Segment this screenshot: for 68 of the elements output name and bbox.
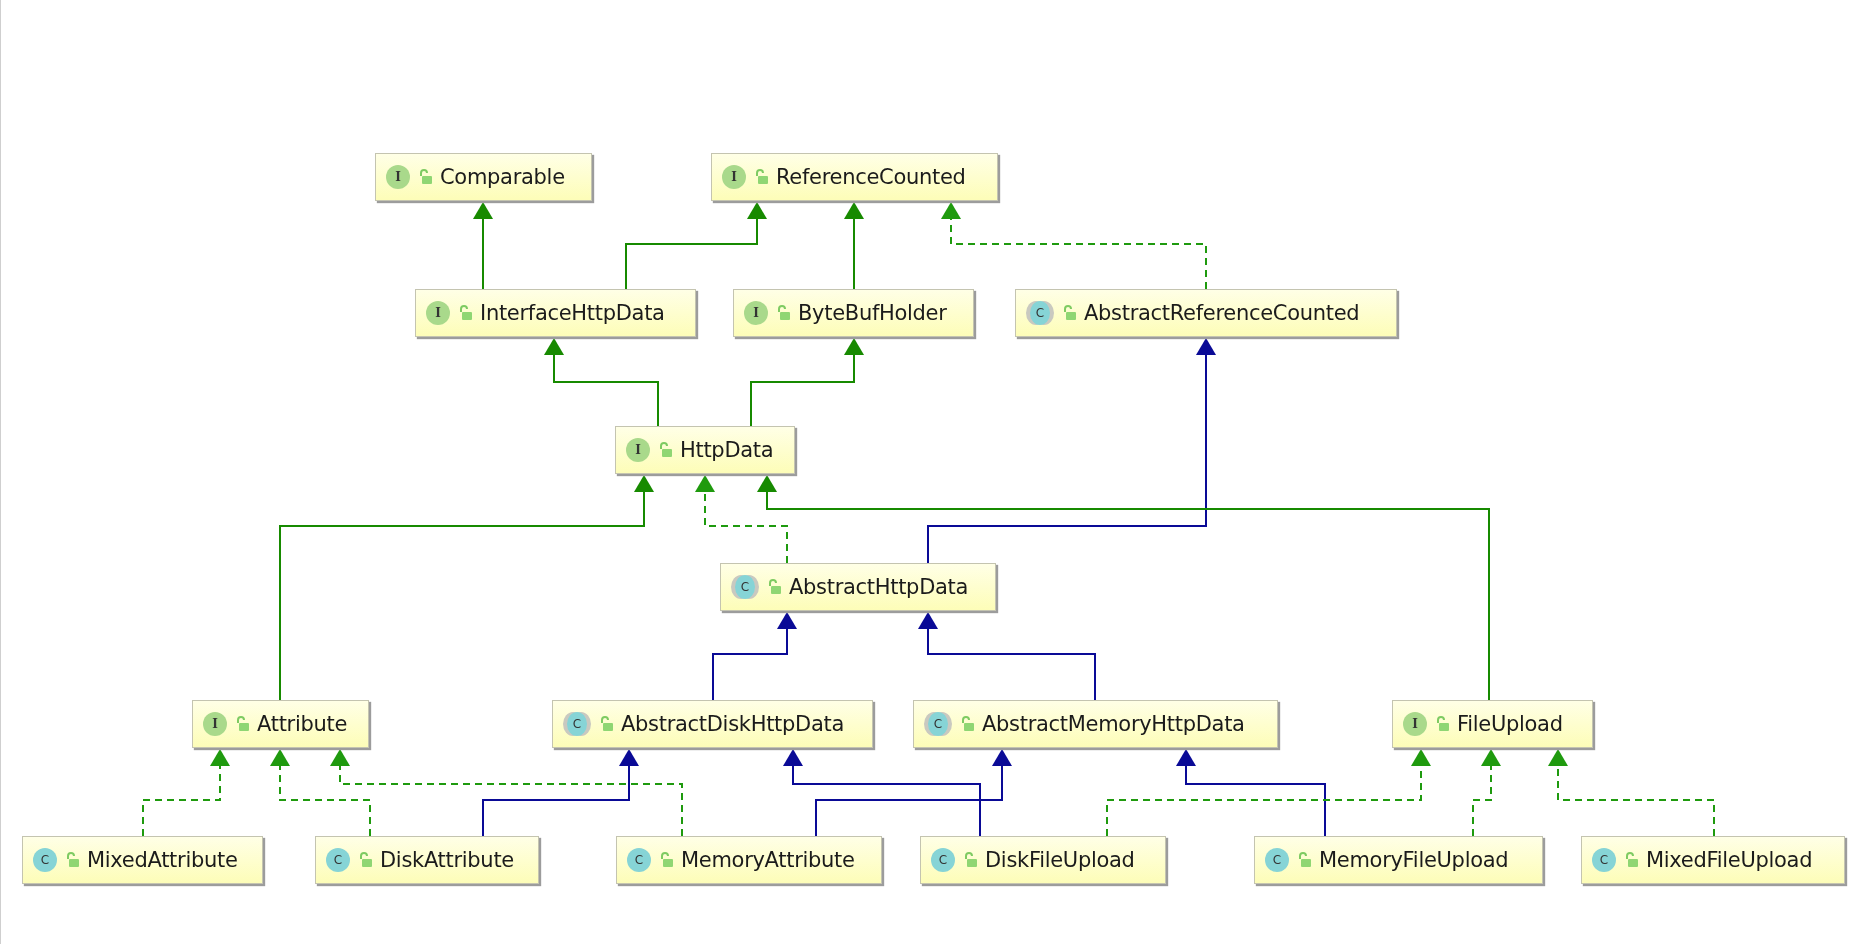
- class-node[interactable]: I ByteBufHolder: [733, 289, 974, 337]
- class-node[interactable]: C MixedAttribute: [22, 836, 263, 884]
- class-name: AbstractReferenceCounted: [1084, 301, 1360, 325]
- class-node[interactable]: I HttpData: [615, 426, 795, 474]
- class-name: MixedAttribute: [87, 848, 238, 872]
- unlocked-padlock-icon: [754, 169, 768, 185]
- class-name: DiskAttribute: [380, 848, 514, 872]
- class-node[interactable]: I FileUpload: [1392, 700, 1593, 748]
- class-name: Attribute: [257, 712, 348, 736]
- class-node[interactable]: C AbstractDiskHttpData: [552, 700, 873, 748]
- class-node[interactable]: C AbstractReferenceCounted: [1015, 289, 1397, 337]
- class-name: AbstractDiskHttpData: [621, 712, 844, 736]
- type-badge-icon: C: [928, 712, 948, 736]
- class-name: InterfaceHttpData: [480, 301, 665, 325]
- type-badge-icon: I: [386, 165, 410, 189]
- class-name: DiskFileUpload: [985, 848, 1135, 872]
- type-badge-icon: I: [626, 438, 650, 462]
- class-name: ReferenceCounted: [776, 165, 966, 189]
- type-badge-icon: C: [567, 712, 587, 736]
- class-node[interactable]: C MixedFileUpload: [1581, 836, 1845, 884]
- unlocked-padlock-icon: [358, 852, 372, 868]
- class-name: MixedFileUpload: [1646, 848, 1813, 872]
- unlocked-padlock-icon: [599, 716, 613, 732]
- type-badge-icon: I: [722, 165, 746, 189]
- unlocked-padlock-icon: [65, 852, 79, 868]
- class-name: FileUpload: [1457, 712, 1563, 736]
- unlocked-padlock-icon: [659, 852, 673, 868]
- class-node[interactable]: I ReferenceCounted: [711, 153, 998, 201]
- class-node[interactable]: C MemoryAttribute: [616, 836, 882, 884]
- unlocked-padlock-icon: [960, 716, 974, 732]
- type-badge-icon: C: [1265, 848, 1289, 872]
- class-name: HttpData: [680, 438, 774, 462]
- class-name: AbstractMemoryHttpData: [982, 712, 1245, 736]
- unlocked-padlock-icon: [418, 169, 432, 185]
- class-node[interactable]: C AbstractHttpData: [720, 563, 996, 611]
- unlocked-padlock-icon: [658, 442, 672, 458]
- class-node[interactable]: I Attribute: [192, 700, 369, 748]
- type-badge-icon: I: [1403, 712, 1427, 736]
- class-name: MemoryFileUpload: [1319, 848, 1509, 872]
- type-badge-icon: C: [1030, 301, 1050, 325]
- type-badge-icon: I: [426, 301, 450, 325]
- class-node[interactable]: C DiskAttribute: [315, 836, 539, 884]
- class-node[interactable]: I InterfaceHttpData: [415, 289, 696, 337]
- type-badge-icon: C: [627, 848, 651, 872]
- class-name: ByteBufHolder: [798, 301, 947, 325]
- unlocked-padlock-icon: [458, 305, 472, 321]
- type-badge-icon: I: [744, 301, 768, 325]
- unlocked-padlock-icon: [235, 716, 249, 732]
- type-badge-icon: C: [33, 848, 57, 872]
- unlocked-padlock-icon: [963, 852, 977, 868]
- unlocked-padlock-icon: [767, 579, 781, 595]
- type-badge-icon: C: [326, 848, 350, 872]
- type-badge-icon: I: [203, 712, 227, 736]
- class-node[interactable]: C MemoryFileUpload: [1254, 836, 1543, 884]
- class-name: Comparable: [440, 165, 565, 189]
- class-node[interactable]: C DiskFileUpload: [920, 836, 1166, 884]
- unlocked-padlock-icon: [1624, 852, 1638, 868]
- class-name: AbstractHttpData: [789, 575, 969, 599]
- type-badge-icon: C: [931, 848, 955, 872]
- class-name: MemoryAttribute: [681, 848, 855, 872]
- unlocked-padlock-icon: [1297, 852, 1311, 868]
- class-node[interactable]: C AbstractMemoryHttpData: [913, 700, 1278, 748]
- type-badge-icon: C: [1592, 848, 1616, 872]
- unlocked-padlock-icon: [776, 305, 790, 321]
- unlocked-padlock-icon: [1435, 716, 1449, 732]
- type-badge-icon: C: [735, 575, 755, 599]
- class-node[interactable]: I Comparable: [375, 153, 592, 201]
- unlocked-padlock-icon: [1062, 305, 1076, 321]
